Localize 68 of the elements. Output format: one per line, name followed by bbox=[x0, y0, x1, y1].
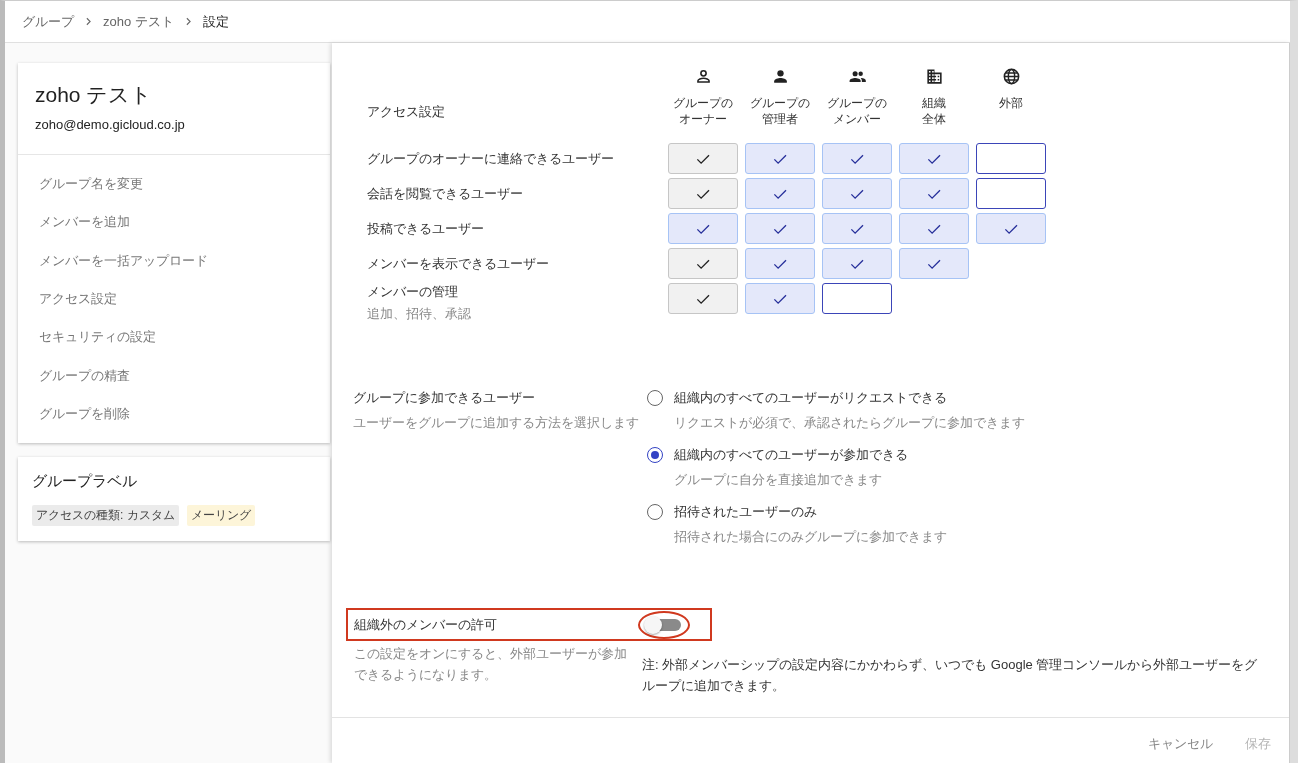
column-header: グループの bbox=[673, 95, 733, 111]
permission-checkbox[interactable] bbox=[745, 248, 815, 279]
permission-checkbox[interactable] bbox=[822, 213, 892, 244]
column-header: 組織 bbox=[922, 95, 946, 111]
permission-checkbox[interactable] bbox=[745, 178, 815, 209]
building-icon bbox=[924, 67, 944, 86]
radio-label: 組織内のすべてのユーザーがリクエストできる bbox=[674, 389, 948, 407]
permission-checkbox[interactable] bbox=[899, 143, 969, 174]
permission-checkbox[interactable] bbox=[976, 213, 1046, 244]
option-description: 招待された場合にのみグループに参加できます bbox=[674, 528, 948, 546]
permission-checkbox[interactable] bbox=[899, 248, 969, 279]
radio-button[interactable] bbox=[647, 390, 663, 406]
column-header: オーナー bbox=[679, 111, 727, 127]
permission-checkbox[interactable] bbox=[745, 213, 815, 244]
menu-item[interactable]: アクセス設定 bbox=[39, 290, 117, 309]
menu-item[interactable]: メンバーを追加 bbox=[39, 213, 130, 232]
permission-checkbox[interactable] bbox=[822, 283, 892, 314]
permission-checkbox[interactable] bbox=[668, 213, 738, 244]
permission-checkbox[interactable] bbox=[822, 178, 892, 209]
permission-checkbox[interactable] bbox=[976, 143, 1046, 174]
menu-item[interactable]: グループを削除 bbox=[39, 404, 130, 423]
column-header: 外部 bbox=[999, 95, 1023, 111]
setting-description: この設定をオンにすると、外部ユーザーが参加できるようになります。 bbox=[353, 645, 628, 684]
permission-checkbox[interactable] bbox=[822, 248, 892, 279]
breadcrumb-link[interactable]: zoho テスト bbox=[103, 12, 174, 31]
permission-checkbox[interactable] bbox=[899, 213, 969, 244]
note-text: 注: 外部メンバーシップの設定内容にかかわらず、いつでも Google 管理コンソールから外部ユーザーをグループに追加できます。 bbox=[642, 656, 1259, 695]
permission-checkbox[interactable] bbox=[976, 178, 1046, 209]
menu-item[interactable]: グループ名を変更 bbox=[39, 175, 143, 194]
row-label: 会話を閲覧できるユーザー bbox=[367, 184, 524, 203]
breadcrumb-link[interactable]: 設定 bbox=[202, 12, 229, 31]
footer-button: 保存 bbox=[1231, 730, 1285, 758]
radio-label: 組織内のすべてのユーザーが参加できる bbox=[674, 446, 909, 464]
row-label: グループのオーナーに連絡できるユーザー bbox=[367, 149, 615, 168]
option-description: リクエストが必須で、承認されたらグループに参加できます bbox=[674, 414, 1025, 432]
section-title: アクセス設定 bbox=[367, 103, 446, 121]
toggle-switch[interactable] bbox=[638, 610, 690, 639]
option-description: グループに自分を直接追加できます bbox=[674, 471, 883, 489]
permission-checkbox[interactable] bbox=[745, 143, 815, 174]
permission-checkbox[interactable] bbox=[899, 178, 969, 209]
row-label: 投稿できるユーザー bbox=[367, 219, 485, 238]
globe-icon bbox=[1001, 67, 1021, 86]
setting-title: 組織外のメンバーの許可 bbox=[354, 615, 498, 634]
column-header: グループの bbox=[827, 95, 887, 111]
column-header: グループの bbox=[750, 95, 810, 111]
label-tag: メーリング bbox=[186, 505, 255, 527]
row-sublabel: 追加、招待、承認 bbox=[367, 305, 472, 323]
column-header: 全体 bbox=[922, 111, 946, 127]
menu-item[interactable]: グループの精査 bbox=[39, 366, 130, 385]
group-email: zoho@demo.gicloud.co.jp bbox=[35, 117, 186, 132]
label-tag: アクセスの種類: カスタム bbox=[32, 505, 179, 527]
menu-item[interactable]: メンバーを一括アップロード bbox=[39, 251, 208, 270]
section-description: ユーザーをグループに追加する方法を選択します bbox=[353, 414, 640, 432]
radio-label: 招待されたユーザーのみ bbox=[674, 503, 818, 521]
column-header: メンバー bbox=[833, 111, 881, 127]
breadcrumb-link[interactable]: グループ bbox=[22, 12, 74, 31]
permission-checkbox[interactable] bbox=[822, 143, 892, 174]
permission-checkbox[interactable] bbox=[745, 283, 815, 314]
row-label: メンバーを表示できるユーザー bbox=[367, 254, 550, 273]
card-title: グループラベル bbox=[31, 472, 138, 492]
section-title: グループに参加できるユーザー bbox=[353, 389, 536, 407]
menu-item[interactable]: セキュリティの設定 bbox=[39, 328, 156, 347]
row-label: メンバーの管理 bbox=[367, 283, 459, 301]
group-name: zoho テスト bbox=[35, 82, 154, 108]
radio-button[interactable] bbox=[647, 504, 663, 520]
column-header: 管理者 bbox=[762, 111, 798, 127]
footer-button[interactable]: キャンセル bbox=[1134, 730, 1227, 758]
radio-button[interactable] bbox=[647, 447, 663, 463]
